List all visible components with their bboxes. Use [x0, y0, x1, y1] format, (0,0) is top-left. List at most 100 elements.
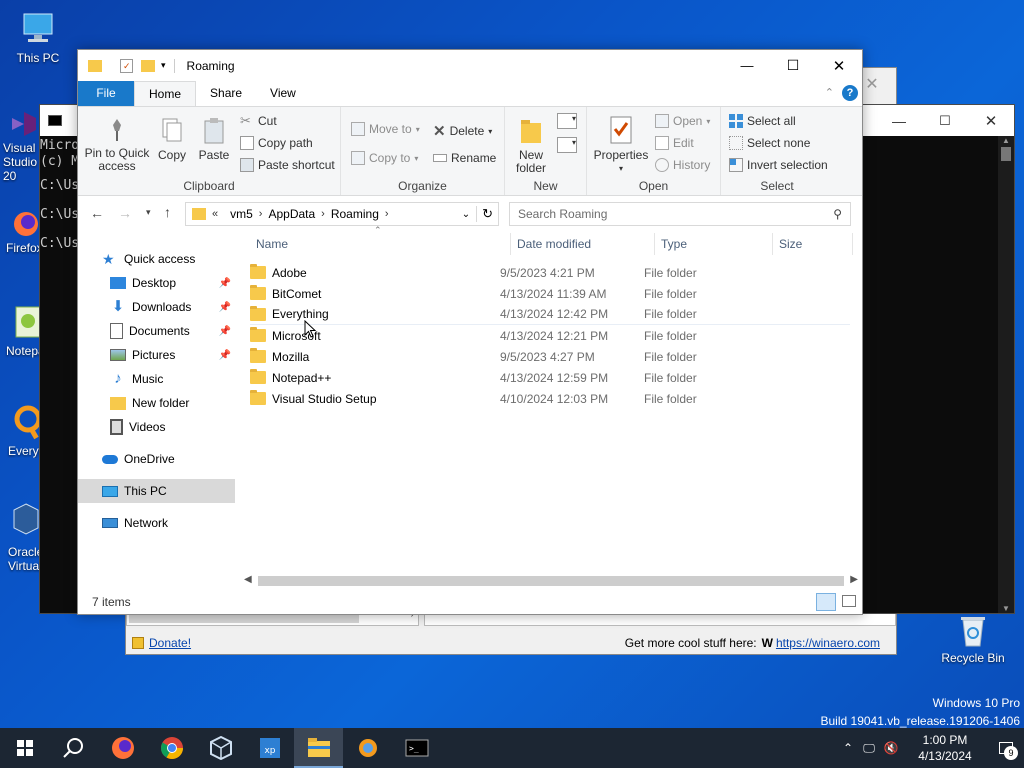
- taskbar-winaero[interactable]: xp: [245, 728, 294, 768]
- nav-desktop[interactable]: Desktop 📌: [78, 271, 235, 295]
- copy-to-button[interactable]: Copy to ▾: [351, 151, 418, 165]
- close-icon[interactable]: ✕: [816, 57, 862, 75]
- search-button[interactable]: [49, 728, 98, 768]
- rename-button[interactable]: Rename: [433, 151, 496, 165]
- back-arrow-icon[interactable]: ←: [90, 205, 104, 221]
- column-header-type[interactable]: Type: [655, 233, 773, 255]
- explorer-window[interactable]: ✓ ▾ Roaming — ☐ ✕ File Home Share View ⌃…: [77, 49, 863, 615]
- large-icons-view-icon[interactable]: [842, 595, 856, 607]
- up-arrow-icon[interactable]: ↑: [164, 204, 171, 220]
- winaero-link[interactable]: https://winaero.com: [776, 636, 880, 650]
- nav-music[interactable]: ♪ Music: [78, 367, 235, 391]
- nav-videos[interactable]: Videos: [78, 415, 235, 439]
- donate-link[interactable]: Donate!: [149, 636, 191, 650]
- breadcrumb-appdata[interactable]: AppData: [268, 207, 315, 221]
- scroll-right-icon[interactable]: ▶: [850, 574, 858, 585]
- taskbar-cmd[interactable]: >_: [392, 728, 441, 768]
- table-row[interactable]: Adobe 9/5/2023 4:21 PM File folder: [250, 262, 850, 283]
- forward-arrow-icon[interactable]: →: [118, 205, 132, 221]
- pin-icon[interactable]: 📌: [219, 326, 231, 337]
- address-box[interactable]: « vm5 › AppData › Roaming › ⌄ ↻: [185, 202, 499, 226]
- easy-access-icon[interactable]: ▾: [557, 137, 577, 153]
- table-row[interactable]: Microsoft 4/13/2024 12:21 PM File folder: [250, 325, 850, 346]
- help-icon[interactable]: ?: [842, 85, 858, 101]
- overflow-chevron-icon[interactable]: «: [212, 208, 218, 220]
- start-button[interactable]: [0, 728, 49, 768]
- pin-icon[interactable]: 📌: [219, 350, 231, 361]
- open-button[interactable]: Open ▾: [655, 114, 710, 128]
- desktop-icon-notepad[interactable]: Notepad: [0, 305, 42, 358]
- delete-button[interactable]: ✕ Delete ▾: [433, 122, 492, 140]
- nav-pictures[interactable]: Pictures 📌: [78, 343, 235, 367]
- move-to-button[interactable]: Move to ▾: [351, 122, 420, 136]
- properties-button[interactable]: Properties ▾: [591, 115, 651, 175]
- table-row[interactable]: BitComet 4/13/2024 11:39 AM File folder: [250, 283, 850, 304]
- minimize-icon[interactable]: —: [724, 58, 770, 73]
- details-view-icon[interactable]: [816, 593, 836, 611]
- cmd-minimize-icon[interactable]: —: [876, 113, 922, 129]
- taskbar-chrome[interactable]: [147, 728, 196, 768]
- pin-icon[interactable]: 📌: [219, 278, 231, 289]
- tab-file[interactable]: File: [78, 81, 134, 106]
- address-dropdown-icon[interactable]: ⌄: [462, 209, 470, 220]
- cut-button[interactable]: ✂ Cut: [240, 114, 277, 129]
- cmd-scroll-up-icon[interactable]: ▲: [998, 136, 1014, 145]
- desktop-icon-this-pc[interactable]: This PC: [3, 8, 73, 65]
- column-header-name[interactable]: Name: [250, 233, 511, 255]
- taskbar-file-explorer[interactable]: [294, 728, 343, 768]
- paste-shortcut-button[interactable]: Paste shortcut: [240, 158, 335, 172]
- volume-muted-icon[interactable]: 🔇: [880, 741, 902, 755]
- table-row[interactable]: Everything 4/13/2024 12:42 PM File folde…: [250, 304, 850, 325]
- breadcrumb-sep-icon[interactable]: ›: [385, 208, 389, 220]
- copy-button[interactable]: Copy: [154, 117, 190, 162]
- tab-home[interactable]: Home: [134, 81, 197, 106]
- desktop-icon-firefox[interactable]: Firefox: [0, 210, 42, 255]
- qat-customize-icon[interactable]: ▾: [161, 60, 166, 71]
- maximize-icon[interactable]: ☐: [770, 57, 816, 74]
- taskbar-virtualbox[interactable]: [196, 728, 245, 768]
- nav-downloads[interactable]: ⬇ Downloads 📌: [78, 295, 235, 319]
- pin-icon[interactable]: 📌: [219, 302, 231, 313]
- table-row[interactable]: Notepad++ 4/13/2024 12:59 PM File folder: [250, 367, 850, 388]
- recent-locations-icon[interactable]: ▾: [146, 207, 151, 218]
- network-status-icon[interactable]: 🖵: [858, 741, 880, 756]
- new-folder-button[interactable]: New folder: [509, 117, 553, 175]
- nav-this-pc[interactable]: This PC: [78, 479, 235, 503]
- cmd-scroll-thumb[interactable]: [1001, 147, 1011, 161]
- table-row[interactable]: Mozilla 9/5/2023 4:27 PM File folder: [250, 346, 850, 367]
- clock[interactable]: 1:00 PM 4/13/2024: [902, 732, 988, 764]
- desktop-icon-visual-studio[interactable]: Visual Studio 20: [0, 110, 42, 183]
- breadcrumb-sep-icon[interactable]: ›: [321, 208, 325, 220]
- cmd-scroll-down-icon[interactable]: ▼: [998, 604, 1014, 613]
- cmd-maximize-icon[interactable]: ☐: [922, 113, 968, 129]
- tab-view[interactable]: View: [256, 81, 310, 106]
- desktop-icon-recycle-bin[interactable]: Recycle Bin: [938, 612, 1008, 665]
- nav-network[interactable]: Network: [78, 511, 235, 535]
- breadcrumb-vm5[interactable]: vm5: [230, 207, 253, 221]
- desktop-icon-virtualbox[interactable]: Oracle VirtualBox: [0, 502, 42, 573]
- notification-center-button[interactable]: 9: [988, 728, 1024, 768]
- nav-documents[interactable]: Documents 📌: [78, 319, 235, 343]
- desktop-icon-everything[interactable]: Everything: [0, 405, 42, 458]
- tab-share[interactable]: Share: [196, 81, 256, 106]
- search-input[interactable]: Search Roaming ⚲: [509, 202, 851, 226]
- taskbar-firefox[interactable]: [98, 728, 147, 768]
- column-header-date[interactable]: Date modified: [511, 233, 655, 255]
- nav-quick-access[interactable]: ★ Quick access: [78, 247, 235, 271]
- history-button[interactable]: History: [655, 158, 710, 172]
- copy-path-button[interactable]: Copy path: [240, 136, 313, 150]
- refresh-icon[interactable]: ↻: [476, 206, 498, 222]
- collapse-ribbon-icon[interactable]: ⌃: [825, 86, 834, 99]
- invert-selection-button[interactable]: Invert selection: [729, 158, 828, 172]
- explorer-titlebar[interactable]: ✓ ▾ Roaming — ☐ ✕: [78, 50, 862, 81]
- breadcrumb-sep-icon[interactable]: ›: [259, 208, 263, 220]
- taskbar-everything[interactable]: [343, 728, 392, 768]
- edit-button[interactable]: Edit: [655, 136, 694, 150]
- nav-new-folder[interactable]: New folder: [78, 391, 235, 415]
- qat-new-folder-icon[interactable]: [141, 59, 155, 72]
- search-icon[interactable]: ⚲: [833, 207, 842, 221]
- pin-to-quick-access-button[interactable]: Pin to Quick access: [82, 117, 152, 173]
- horizontal-scrollbar[interactable]: ◀ ▶: [242, 573, 860, 589]
- scroll-left-icon[interactable]: ◀: [244, 574, 252, 585]
- scroll-thumb[interactable]: [258, 576, 844, 586]
